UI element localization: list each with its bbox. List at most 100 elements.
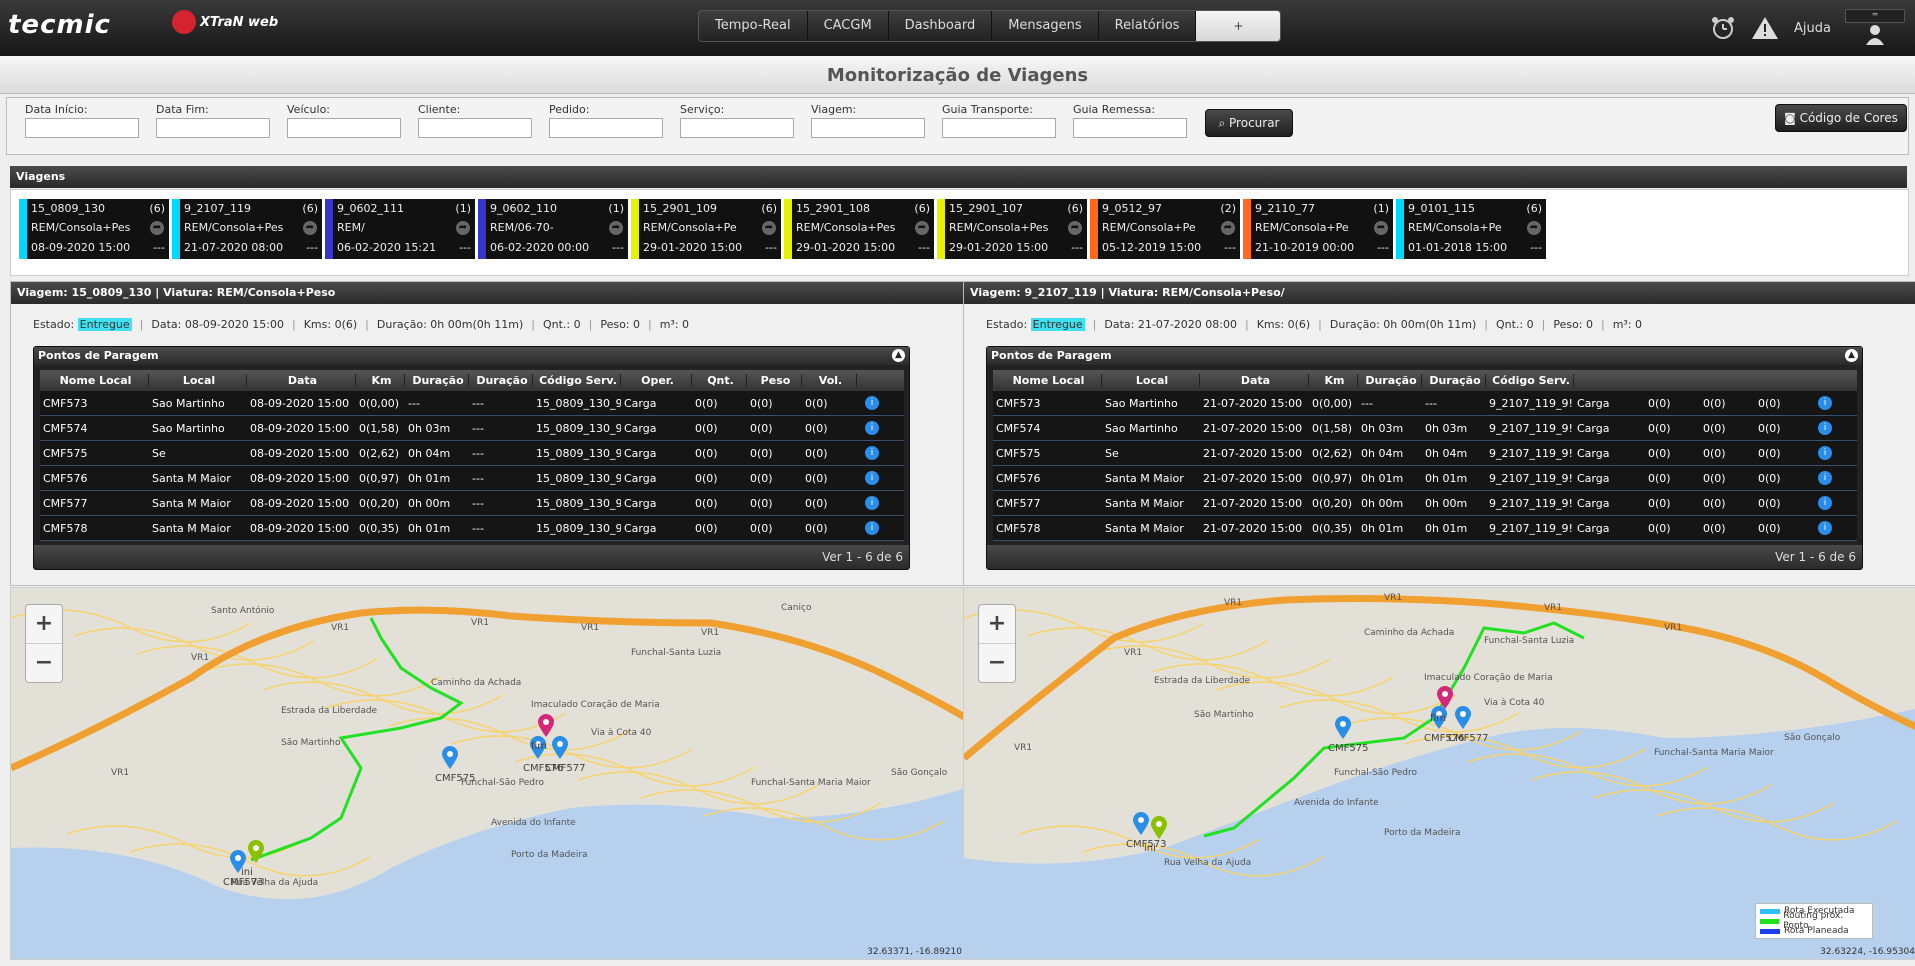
column-header[interactable]: Oper. <box>621 374 692 387</box>
info-icon[interactable]: i <box>1818 471 1832 485</box>
stop-marker[interactable]: CMF575 <box>435 746 475 784</box>
trip-card[interactable]: 9_0602_111 (1) REM/ ➦ 06-02-2020 15:21 --- <box>325 199 475 259</box>
info-icon[interactable]: i <box>1818 421 1832 435</box>
column-header[interactable]: Duração <box>469 374 533 387</box>
column-header[interactable]: Local <box>149 374 247 387</box>
nav-tempo-real[interactable]: Tempo-Real <box>699 11 808 41</box>
column-header[interactable]: Duração <box>405 374 469 387</box>
column-header[interactable]: Km <box>356 374 405 387</box>
collapse-icon[interactable]: ▲ <box>892 349 905 362</box>
viagem-input[interactable] <box>811 118 925 138</box>
column-header[interactable]: Código Serv. <box>1486 374 1574 387</box>
trip-arrow-icon[interactable]: ➦ <box>150 221 164 235</box>
trip-card[interactable]: 15_2901_109 (6) REM/Consola+Pe ➦ 29-01-2020 … <box>631 199 781 259</box>
table-row[interactable]: CMF578 Santa M Maior 08-09-2020 15:00 0(0,3… <box>40 516 904 541</box>
info-icon[interactable]: i <box>1818 446 1832 460</box>
nav-more-button[interactable]: + <box>1196 11 1281 41</box>
trip-arrow-icon[interactable]: ➦ <box>1068 221 1082 235</box>
warning-icon[interactable] <box>1750 15 1780 41</box>
pedido-input[interactable] <box>549 118 663 138</box>
table-row[interactable]: CMF574 Sao Martinho 08-09-2020 15:00 0(1,58… <box>40 416 904 441</box>
column-header[interactable]: Código Serv. <box>533 374 621 387</box>
user-menu[interactable]: ═ <box>1845 9 1905 47</box>
column-header[interactable]: Vol. <box>802 374 857 387</box>
stop-marker[interactable]: CMF577 <box>1448 706 1488 744</box>
trip-card[interactable]: 9_2107_119 (6) REM/Consola+Pes ➦ 21-07-2020 … <box>172 199 322 259</box>
guia-remessa-input[interactable] <box>1073 118 1187 138</box>
trip-map-2[interactable]: Funchal-Santa Luzia Imaculado Coração de … <box>963 587 1915 960</box>
table-row[interactable]: CMF578 Santa M Maior 21-07-2020 15:00 0(0,3… <box>993 516 1857 541</box>
cliente-input[interactable] <box>418 118 532 138</box>
info-icon[interactable]: i <box>1818 496 1832 510</box>
column-header[interactable]: Nome Local <box>40 374 149 387</box>
table-row[interactable]: CMF577 Santa M Maior 08-09-2020 15:00 0(0,2… <box>40 491 904 516</box>
trip-arrow-icon[interactable]: ➦ <box>1374 221 1388 235</box>
data-fim-input[interactable] <box>156 118 270 138</box>
trip-card[interactable]: 15_0809_130 (6) REM/Consola+Pes ➦ 08-09-2020… <box>19 199 169 259</box>
start-marker[interactable]: ini <box>1144 816 1168 854</box>
trip-card[interactable]: 9_0512_97 (2) REM/Consola+Pe ➦ 05-12-2019 15… <box>1090 199 1240 259</box>
table-row[interactable]: CMF576 Santa M Maior 21-07-2020 15:00 0(0,9… <box>993 466 1857 491</box>
search-button[interactable]: ⌕ Procurar <box>1205 109 1293 137</box>
column-header[interactable]: Nome Local <box>993 374 1102 387</box>
trip-map-1[interactable]: Santo António São Martinho Funchal-São Ped… <box>10 587 967 960</box>
nav-cacgm[interactable]: CACGM <box>808 11 889 41</box>
veiculo-input[interactable] <box>287 118 401 138</box>
servico-input[interactable] <box>680 118 794 138</box>
zoom-out-button[interactable]: − <box>26 643 62 682</box>
column-header[interactable]: Duração <box>1358 374 1422 387</box>
trip-card[interactable]: 15_2901_107 (6) REM/Consola+Pes ➦ 29-01-2020… <box>937 199 1087 259</box>
zoom-out-button[interactable]: − <box>979 643 1015 682</box>
column-header[interactable]: Peso <box>747 374 802 387</box>
trip-arrow-icon[interactable]: ➦ <box>1221 221 1235 235</box>
trip-card[interactable]: 9_2110_77 (1) REM/Consola+Pe ➦ 21-10-2019 00… <box>1243 199 1393 259</box>
column-header[interactable]: Km <box>1309 374 1358 387</box>
guia-transporte-input[interactable] <box>942 118 1056 138</box>
trip-arrow-icon[interactable]: ➦ <box>915 221 929 235</box>
nav-relatorios[interactable]: Relatórios <box>1099 11 1197 41</box>
trip-card[interactable]: 9_0101_115 (6) REM/Consola+Pe ➦ 01-01-2018 1… <box>1396 199 1546 259</box>
column-header[interactable]: Data <box>1200 374 1309 387</box>
alarm-clock-icon[interactable] <box>1710 15 1736 41</box>
nav-dashboard[interactable]: Dashboard <box>889 11 993 41</box>
zoom-in-button[interactable]: + <box>26 605 62 643</box>
color-code-button[interactable]: ◙ Código de Cores <box>1775 104 1907 132</box>
info-icon[interactable]: i <box>865 471 879 485</box>
info-icon[interactable]: i <box>865 421 879 435</box>
info-icon[interactable]: i <box>865 396 879 410</box>
help-link[interactable]: Ajuda <box>1794 21 1831 36</box>
collapse-icon[interactable]: ▲ <box>1845 349 1858 362</box>
info-icon[interactable]: i <box>865 521 879 535</box>
zoom-in-button[interactable]: + <box>979 605 1015 643</box>
end-marker[interactable]: fim <box>531 714 555 752</box>
trip-arrow-icon[interactable]: ➦ <box>456 221 470 235</box>
table-row[interactable]: CMF573 Sao Martinho 21-07-2020 15:00 0(0,00… <box>993 391 1857 416</box>
table-row[interactable]: CMF575 Se 08-09-2020 15:00 0(2,62) 0h 04m ---… <box>40 441 904 466</box>
trip-arrow-icon[interactable]: ➦ <box>303 221 317 235</box>
column-header[interactable]: Local <box>1102 374 1200 387</box>
trip-card[interactable]: 15_2901_108 (6) REM/Consola+Pes ➦ 29-01-2020… <box>784 199 934 259</box>
stop-marker[interactable]: CMF575 <box>1328 716 1368 754</box>
table-row[interactable]: CMF574 Sao Martinho 21-07-2020 15:00 0(1,58… <box>993 416 1857 441</box>
stop-marker[interactable]: CMF577 <box>545 736 585 774</box>
column-header[interactable]: Data <box>247 374 356 387</box>
user-menu-toggle[interactable]: ═ <box>1845 9 1905 23</box>
table-row[interactable]: CMF576 Santa M Maior 08-09-2020 15:00 0(0,9… <box>40 466 904 491</box>
info-icon[interactable]: i <box>1818 396 1832 410</box>
column-header[interactable]: Duração <box>1422 374 1486 387</box>
info-icon[interactable]: i <box>865 446 879 460</box>
trip-card[interactable]: 9_0602_110 (1) REM/06-70- ➦ 06-02-2020 00:00… <box>478 199 628 259</box>
start-marker[interactable]: ini <box>241 840 265 878</box>
column-header[interactable]: Qnt. <box>692 374 747 387</box>
end-marker[interactable]: fim <box>1430 686 1454 724</box>
trip-arrow-icon[interactable]: ➦ <box>762 221 776 235</box>
info-icon[interactable]: i <box>865 496 879 510</box>
data-inicio-input[interactable] <box>25 118 139 138</box>
trip-arrow-icon[interactable]: ➦ <box>609 221 623 235</box>
table-row[interactable]: CMF573 Sao Martinho 08-09-2020 15:00 0(0,00… <box>40 391 904 416</box>
table-row[interactable]: CMF575 Se 21-07-2020 15:00 0(2,62) 0h 04m 0h … <box>993 441 1857 466</box>
nav-mensagens[interactable]: Mensagens <box>992 11 1099 41</box>
info-icon[interactable]: i <box>1818 521 1832 535</box>
trip-arrow-icon[interactable]: ➦ <box>1527 221 1541 235</box>
table-row[interactable]: CMF577 Santa M Maior 21-07-2020 15:00 0(0,2… <box>993 491 1857 516</box>
